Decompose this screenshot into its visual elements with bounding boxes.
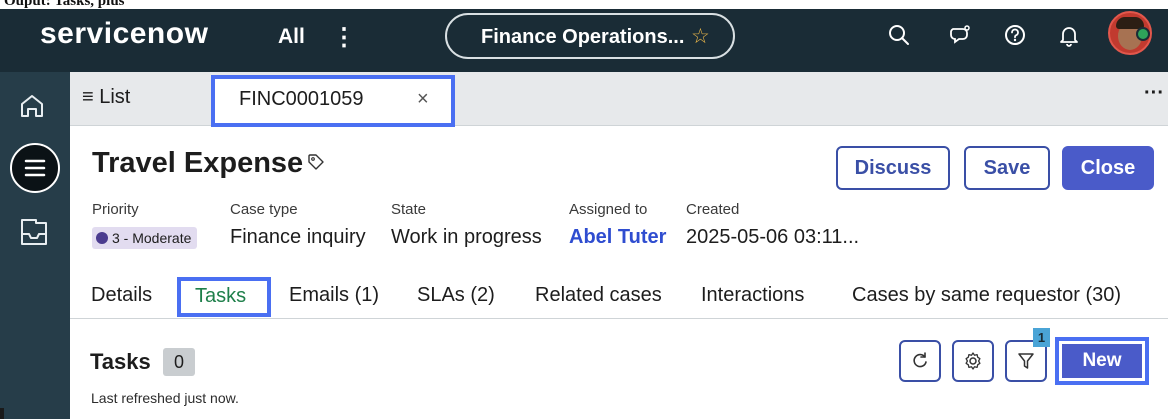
more-tabs-button[interactable]: ··· <box>1144 82 1164 105</box>
servicenow-logo[interactable]: servicenow <box>40 17 208 51</box>
workspace-title: Finance Operations... <box>481 26 685 48</box>
priority-badge: 3 - Moderate <box>92 227 198 249</box>
list-tab[interactable]: ≡ List <box>82 86 130 109</box>
priority-value: 3 - Moderate <box>112 230 192 246</box>
more-menu-button[interactable]: ⋮ <box>332 23 356 52</box>
last-refreshed-text: Last refreshed just now. <box>91 390 239 406</box>
tab-cases-same-requestor[interactable]: Cases by same requestor (30) <box>852 284 1121 307</box>
created-label: Created <box>686 201 740 218</box>
tab-related-cases[interactable]: Related cases <box>535 284 662 307</box>
bell-icon[interactable] <box>1053 19 1085 51</box>
created-field: Created 2025-05-06 03:11... <box>686 201 859 248</box>
new-task-button-highlight[interactable]: New <box>1055 337 1149 385</box>
record-title: Travel Expense <box>92 147 304 179</box>
tab-tasks[interactable]: Tasks <box>177 277 271 317</box>
refresh-icon <box>913 352 927 368</box>
close-button[interactable]: Close <box>1062 146 1154 190</box>
tab-details[interactable]: Details <box>91 284 152 307</box>
record-tab-label: FINC0001059 <box>239 88 364 110</box>
workspace-tab-strip: ≡ List FINC0001059 × ··· <box>70 72 1168 127</box>
caption-text: Ouput: Tasks, plus <box>4 0 125 9</box>
top-caption: Ouput: Tasks, plus <box>0 0 1168 9</box>
discuss-button[interactable]: Discuss <box>836 146 950 190</box>
tag-icon[interactable] <box>306 152 326 172</box>
assigned-to-label: Assigned to <box>569 201 648 218</box>
home-icon[interactable] <box>10 84 54 128</box>
priority-dot-icon <box>96 232 108 244</box>
gear-icon <box>965 352 981 370</box>
help-icon[interactable] <box>999 19 1031 51</box>
close-icon[interactable]: × <box>417 88 429 111</box>
filter-count-badge: 1 <box>1033 328 1050 347</box>
record-tab[interactable]: FINC0001059 × <box>211 75 455 127</box>
priority-label: Priority <box>92 201 139 218</box>
workspace-selector[interactable]: Finance Operations... ☆ <box>445 13 735 59</box>
created-value: 2025-05-06 03:11... <box>686 226 860 248</box>
top-navigation: servicenow All ⋮ Finance Operations... ☆ <box>0 9 1168 72</box>
tab-interactions[interactable]: Interactions <box>701 284 804 307</box>
settings-button[interactable] <box>952 340 994 382</box>
state-label: State <box>391 201 427 218</box>
filter-icon <box>1018 353 1034 369</box>
edge-marker <box>0 408 4 419</box>
tab-slas[interactable]: SLAs (2) <box>417 284 495 307</box>
state-field: State Work in progress <box>391 201 542 248</box>
tasks-count-badge: 0 <box>163 348 195 376</box>
tab-emails[interactable]: Emails (1) <box>289 284 379 307</box>
tab-tasks-label: Tasks <box>195 285 247 307</box>
record-tabs: Details Tasks Emails (1) SLAs (2) Relate… <box>70 277 1168 319</box>
state-value: Work in progress <box>391 226 542 248</box>
assigned-to-link[interactable]: Abel Tuter <box>569 226 666 249</box>
list-icon[interactable] <box>10 143 60 193</box>
inbox-icon[interactable] <box>14 212 54 252</box>
all-menu-button[interactable]: All <box>278 25 305 49</box>
search-icon[interactable] <box>883 19 915 51</box>
star-icon[interactable]: ☆ <box>691 24 710 49</box>
case-type-value: Finance inquiry <box>230 226 366 248</box>
sparkle-chat-icon[interactable] <box>944 19 976 51</box>
case-type-field: Case type Finance inquiry <box>230 201 366 248</box>
new-task-button[interactable]: New <box>1062 344 1142 378</box>
refresh-button[interactable] <box>899 340 941 382</box>
left-rail <box>0 72 70 419</box>
tasks-section-title: Tasks <box>90 349 151 374</box>
online-status-icon <box>1136 27 1150 41</box>
assigned-to-field: Assigned to Abel Tuter <box>569 201 666 248</box>
case-type-label: Case type <box>230 201 298 218</box>
save-button[interactable]: Save <box>964 146 1050 190</box>
priority-field: Priority 3 - Moderate <box>92 201 198 249</box>
